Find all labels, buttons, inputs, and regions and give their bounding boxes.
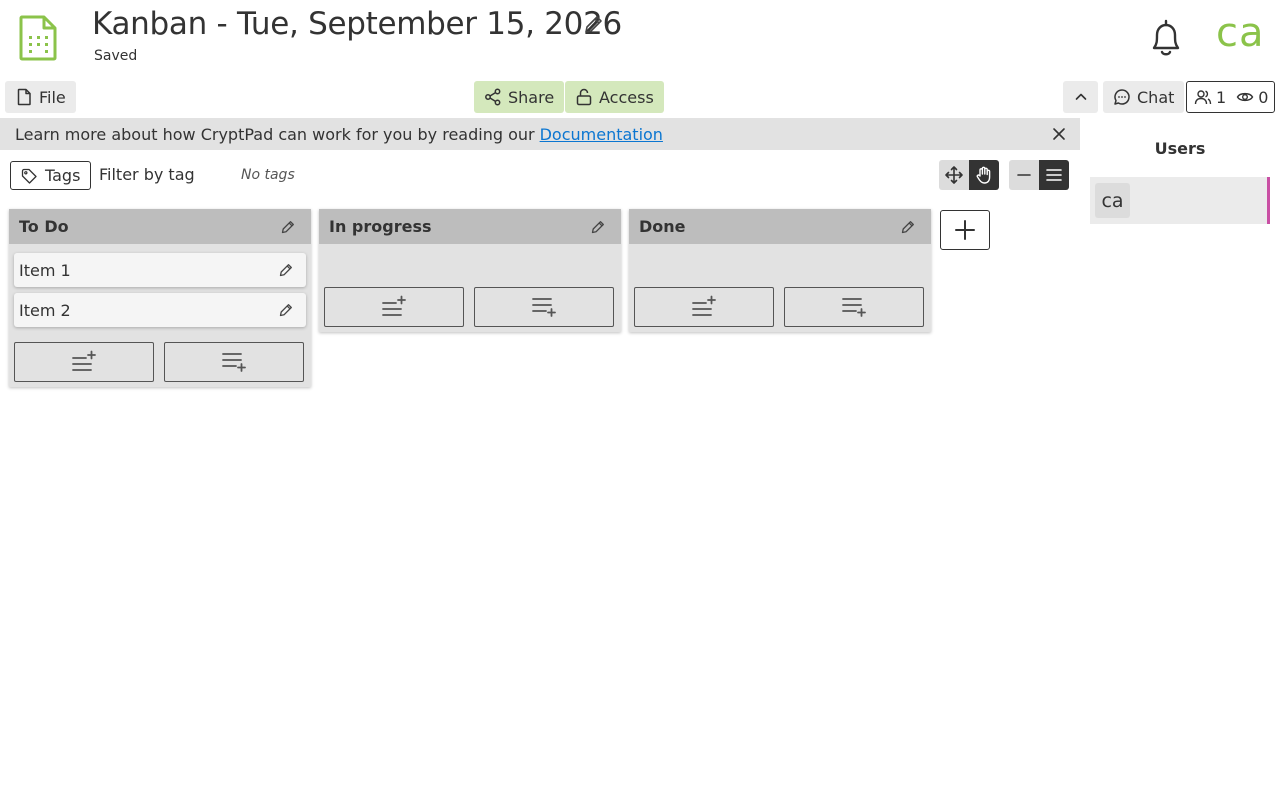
chat-button-label: Chat <box>1137 87 1175 107</box>
column-title: Done <box>639 217 686 236</box>
card-title: Item 1 <box>19 260 71 280</box>
pencil-icon[interactable] <box>278 262 294 278</box>
column-header[interactable]: Done <box>629 209 931 244</box>
access-button[interactable]: Access <box>565 81 664 113</box>
bell-icon[interactable] <box>1146 17 1186 59</box>
card-title: Item 2 <box>19 300 71 320</box>
users-icon <box>1194 88 1212 106</box>
save-status: Saved <box>94 48 138 64</box>
column-header[interactable]: In progress <box>319 209 621 244</box>
edit-title-pencil-icon[interactable] <box>582 14 604 36</box>
add-item-bottom-button[interactable] <box>164 342 304 382</box>
file-button[interactable]: File <box>5 81 76 113</box>
filter-by-tag-label: Filter by tag <box>99 165 195 184</box>
add-item-bottom-button[interactable] <box>474 287 614 327</box>
tag-icon <box>21 168 37 184</box>
unlock-icon <box>575 88 593 106</box>
board-column-todo: To Do Item 1 Item 2 <box>9 209 311 387</box>
hand-icon[interactable] <box>969 160 999 190</box>
chat-button[interactable]: Chat <box>1103 81 1185 113</box>
chevron-up-icon <box>1072 88 1090 106</box>
add-item-top-button[interactable] <box>634 287 774 327</box>
column-title: To Do <box>19 217 69 236</box>
add-item-bottom-button[interactable] <box>784 287 924 327</box>
add-item-bottom-icon <box>221 350 247 374</box>
user-avatar-menu[interactable]: ca <box>1216 10 1265 56</box>
add-item-bottom-icon <box>841 295 867 319</box>
tags-button[interactable]: Tags <box>10 161 91 190</box>
card-size-toggle <box>1009 160 1069 190</box>
tags-button-label: Tags <box>45 166 81 185</box>
add-item-top-button[interactable] <box>14 342 154 382</box>
eye-icon <box>1236 88 1254 106</box>
kanban-card[interactable]: Item 2 <box>14 293 306 327</box>
info-banner: Learn more about how CryptPad can work f… <box>0 118 1080 150</box>
file-icon <box>15 88 33 106</box>
pencil-icon[interactable] <box>280 219 296 235</box>
column-actions <box>9 342 311 387</box>
plus-icon <box>953 218 977 242</box>
users-count: 1 <box>1216 87 1227 107</box>
drag-mode-toggle <box>939 160 999 190</box>
column-title: In progress <box>329 217 432 236</box>
documentation-link[interactable]: Documentation <box>540 125 663 144</box>
toolbar: File Share Access Chat 1 0 <box>0 80 1280 116</box>
add-column-button[interactable] <box>940 210 990 250</box>
user-list-item[interactable]: ca <box>1090 177 1270 224</box>
users-button[interactable]: 1 0 <box>1186 81 1275 113</box>
add-item-bottom-icon <box>531 295 557 319</box>
add-item-top-button[interactable] <box>324 287 464 327</box>
pencil-icon[interactable] <box>590 219 606 235</box>
chat-icon <box>1113 88 1131 106</box>
add-item-top-icon <box>71 350 97 374</box>
share-button[interactable]: Share <box>474 81 565 113</box>
file-button-label: File <box>39 87 66 107</box>
pencil-icon[interactable] <box>900 219 916 235</box>
viewers-count: 0 <box>1258 87 1269 107</box>
minus-icon[interactable] <box>1009 160 1039 190</box>
access-button-label: Access <box>599 87 654 107</box>
board-column-done: Done <box>629 209 931 332</box>
column-actions <box>319 287 621 332</box>
board-column-in-progress: In progress <box>319 209 621 332</box>
collapse-toolbar-button[interactable] <box>1063 81 1098 113</box>
add-item-top-icon <box>691 295 717 319</box>
column-actions <box>629 287 931 332</box>
users-panel-title: Users <box>1154 139 1206 158</box>
no-tags-label: No tags <box>241 167 295 183</box>
add-item-top-icon <box>381 295 407 319</box>
menu-icon[interactable] <box>1039 160 1069 190</box>
document-title[interactable]: Kanban - Tue, September 15, 2026 <box>92 6 622 42</box>
header: Kanban - Tue, September 15, 2026 Saved c… <box>0 0 1280 80</box>
share-button-label: Share <box>508 87 555 107</box>
share-icon <box>484 88 502 106</box>
column-header[interactable]: To Do <box>9 209 311 244</box>
close-icon[interactable] <box>1052 127 1066 141</box>
kanban-file-icon <box>18 14 58 62</box>
pencil-icon[interactable] <box>278 302 294 318</box>
avatar: ca <box>1095 183 1130 218</box>
move-icon[interactable] <box>939 160 969 190</box>
info-banner-text: Learn more about how CryptPad can work f… <box>15 124 535 144</box>
kanban-card[interactable]: Item 1 <box>14 253 306 287</box>
